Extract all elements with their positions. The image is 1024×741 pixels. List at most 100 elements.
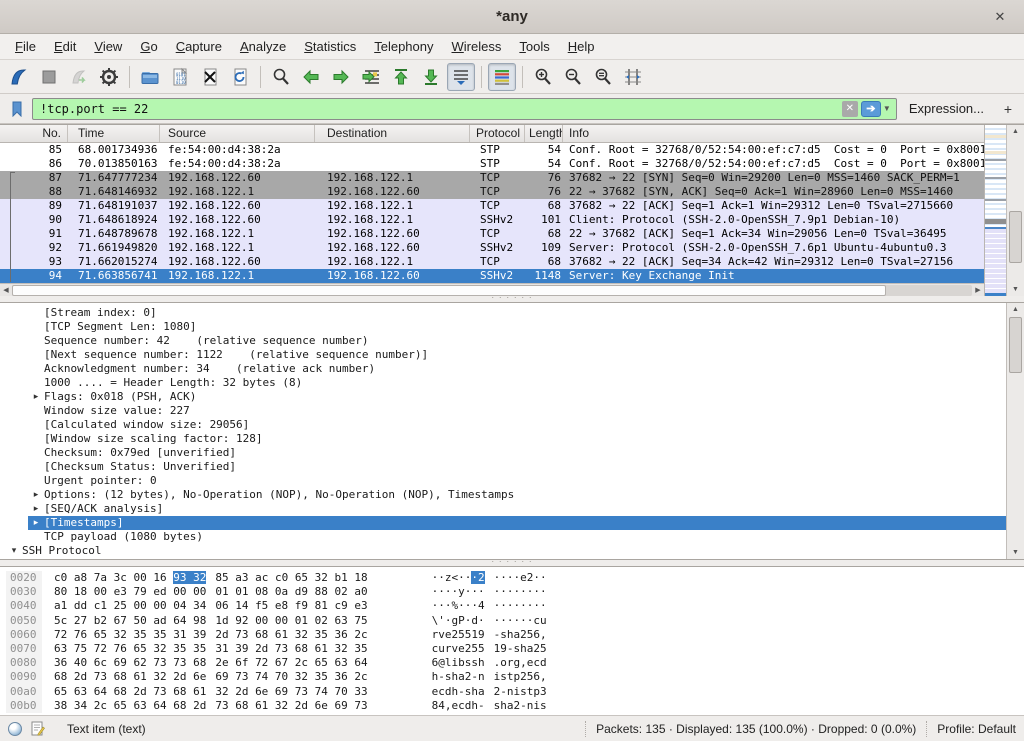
packet-row-92[interactable]: 9271.661949820192.168.122.1192.168.122.6… <box>0 241 984 255</box>
hscroll-thumb[interactable] <box>12 285 886 296</box>
detail-line[interactable]: [Next sequence number: 1122 (relative se… <box>0 348 1006 362</box>
detail-line[interactable]: [Checksum Status: Unverified] <box>0 460 1006 474</box>
go-forward-button[interactable] <box>327 63 355 91</box>
auto-scroll-button[interactable] <box>447 63 475 91</box>
open-file-button[interactable] <box>136 63 164 91</box>
menu-analyze[interactable]: Analyze <box>231 36 295 57</box>
menu-wireless[interactable]: Wireless <box>443 36 511 57</box>
zoom-in-button[interactable] <box>529 63 557 91</box>
detail-line[interactable]: Checksum: 0x79ed [unverified] <box>0 446 1006 460</box>
reload-file-button[interactable] <box>226 63 254 91</box>
vscroll-thumb[interactable] <box>1009 211 1022 263</box>
packet-row-91[interactable]: 9171.648789678192.168.122.1192.168.122.6… <box>0 227 984 241</box>
display-filter-input[interactable]: !tcp.port == 22 ✕ ➔ ▼ <box>32 98 897 120</box>
packet-row-85[interactable]: 8568.001734936fe:54:00:d4:38:2aSTP54Conf… <box>0 143 984 157</box>
packet-list-vscrollbar[interactable]: ▲ ▼ <box>1006 125 1024 296</box>
pane-splitter[interactable] <box>0 296 1024 302</box>
expand-arrow-icon[interactable]: ▸ <box>28 488 44 502</box>
menu-edit[interactable]: Edit <box>45 36 85 57</box>
go-last-packet-button[interactable] <box>417 63 445 91</box>
go-first-packet-button[interactable] <box>387 63 415 91</box>
column-header-destination[interactable]: Destination <box>315 125 470 142</box>
detail-line-seqack[interactable]: ▸[SEQ/ACK analysis] <box>0 502 1006 516</box>
detail-line[interactable]: Sequence number: 42 (relative sequence n… <box>0 334 1006 348</box>
close-icon[interactable]: ✕ <box>990 7 1010 27</box>
capture-comment-icon[interactable] <box>30 721 45 736</box>
add-filter-button[interactable]: + <box>998 101 1018 117</box>
detail-line[interactable]: TCP payload (1080 bytes) <box>0 530 1006 544</box>
column-header-protocol[interactable]: Protocol <box>470 125 525 142</box>
filter-value[interactable]: !tcp.port == 22 <box>36 102 842 116</box>
expert-info-icon[interactable] <box>8 722 22 736</box>
filter-clear-icon[interactable]: ✕ <box>842 101 858 117</box>
hex-row[interactable]: 00b038 34 2c 65 63 64 68 2d73 68 61 32 2… <box>0 699 1024 713</box>
hex-row[interactable]: 0020c0 a8 7a 3c 00 16 93 3285 a3 ac c0 6… <box>0 571 1024 585</box>
menu-tools[interactable]: Tools <box>510 36 558 57</box>
save-file-button[interactable]: 010111100110 <box>166 63 194 91</box>
detail-line[interactable]: [Window size scaling factor: 128] <box>0 432 1006 446</box>
stop-capture-button[interactable] <box>35 63 63 91</box>
capture-options-button[interactable] <box>95 63 123 91</box>
scroll-right-icon[interactable]: ▶ <box>972 284 984 296</box>
detail-line[interactable]: Urgent pointer: 0 <box>0 474 1006 488</box>
menu-file[interactable]: File <box>6 36 45 57</box>
status-profile[interactable]: Profile: Default <box>937 722 1016 736</box>
column-header-source[interactable]: Source <box>160 125 315 142</box>
hex-row[interactable]: 00505c 27 b2 67 50 ad 64 981d 92 00 00 0… <box>0 614 1024 628</box>
menu-view[interactable]: View <box>85 36 131 57</box>
column-header-time[interactable]: Time <box>68 125 160 142</box>
colorize-packets-button[interactable] <box>488 63 516 91</box>
menu-capture[interactable]: Capture <box>167 36 231 57</box>
packet-minimap[interactable] <box>984 125 1006 296</box>
hex-row[interactable]: 009068 2d 73 68 61 32 2d 6e69 73 74 70 3… <box>0 670 1024 684</box>
packet-row-88[interactable]: 8871.648146932192.168.122.1192.168.122.6… <box>0 185 984 199</box>
scroll-left-icon[interactable]: ◀ <box>0 284 12 296</box>
packet-row-90[interactable]: 9071.648618924192.168.122.60192.168.122.… <box>0 213 984 227</box>
filter-bookmark-button[interactable] <box>6 98 28 120</box>
filter-apply-icon[interactable]: ➔ <box>861 101 881 117</box>
start-capture-button[interactable] <box>5 63 33 91</box>
hex-row[interactable]: 003080 18 00 e3 79 ed 00 0001 01 08 0a d… <box>0 585 1024 599</box>
column-header-info[interactable]: Info <box>563 125 984 142</box>
detail-line[interactable]: Acknowledgment number: 34 (relative ack … <box>0 362 1006 376</box>
packet-row-94-selected[interactable]: 9471.663856741192.168.122.1192.168.122.6… <box>0 269 984 283</box>
menu-go[interactable]: Go <box>131 36 166 57</box>
packet-row-87[interactable]: 8771.647777234192.168.122.60192.168.122.… <box>0 171 984 185</box>
close-file-button[interactable] <box>196 63 224 91</box>
menu-telephony[interactable]: Telephony <box>365 36 442 57</box>
menu-help[interactable]: Help <box>559 36 604 57</box>
expand-arrow-icon[interactable]: ▸ <box>28 558 44 559</box>
resize-columns-button[interactable] <box>619 63 647 91</box>
find-packet-button[interactable] <box>267 63 295 91</box>
scroll-down-icon[interactable]: ▼ <box>1007 546 1024 559</box>
detail-line[interactable]: [TCP Segment Len: 1080] <box>0 320 1006 334</box>
hex-row[interactable]: 006072 76 65 32 35 35 31 392d 73 68 61 3… <box>0 628 1024 642</box>
hex-row[interactable]: 00a065 63 64 68 2d 73 68 6132 2d 6e 69 7… <box>0 685 1024 699</box>
hex-row[interactable]: 0040a1 dd c1 25 00 00 04 3406 14 f5 e8 f… <box>0 599 1024 613</box>
zoom-original-button[interactable] <box>589 63 617 91</box>
restart-capture-button[interactable] <box>65 63 93 91</box>
hex-row[interactable]: 008036 40 6c 69 62 73 73 682e 6f 72 67 2… <box>0 656 1024 670</box>
expression-button[interactable]: Expression... <box>901 99 992 118</box>
pane-splitter[interactable] <box>0 560 1024 566</box>
detail-line-options[interactable]: ▸Options: (12 bytes), No-Operation (NOP)… <box>0 488 1006 502</box>
detail-line[interactable]: Window size value: 227 <box>0 404 1006 418</box>
go-to-packet-button[interactable] <box>357 63 385 91</box>
detail-line[interactable]: [Stream index: 0] <box>0 306 1006 320</box>
vscroll-thumb[interactable] <box>1009 317 1022 373</box>
scroll-up-icon[interactable]: ▲ <box>1007 303 1024 316</box>
expand-arrow-icon[interactable]: ▸ <box>28 502 44 516</box>
column-header-no[interactable]: No. <box>0 125 68 142</box>
packet-row-89[interactable]: 8971.648191037192.168.122.60192.168.122.… <box>0 199 984 213</box>
detail-line-flags[interactable]: ▸Flags: 0x018 (PSH, ACK) <box>0 390 1006 404</box>
hex-row[interactable]: 007063 75 72 76 65 32 35 3531 39 2d 73 6… <box>0 642 1024 656</box>
detail-line[interactable]: [Calculated window size: 29056] <box>0 418 1006 432</box>
scroll-down-icon[interactable]: ▼ <box>1007 283 1024 296</box>
details-vscrollbar[interactable]: ▲ ▼ <box>1006 303 1024 559</box>
zoom-out-button[interactable] <box>559 63 587 91</box>
scroll-up-icon[interactable]: ▲ <box>1007 125 1024 138</box>
collapse-arrow-icon[interactable]: ▾ <box>6 544 22 558</box>
packet-row-93[interactable]: 9371.662015274192.168.122.60192.168.122.… <box>0 255 984 269</box>
detail-line-timestamps-selected[interactable]: ▸[Timestamps] <box>0 516 1006 530</box>
expand-arrow-icon[interactable]: ▸ <box>28 516 44 530</box>
